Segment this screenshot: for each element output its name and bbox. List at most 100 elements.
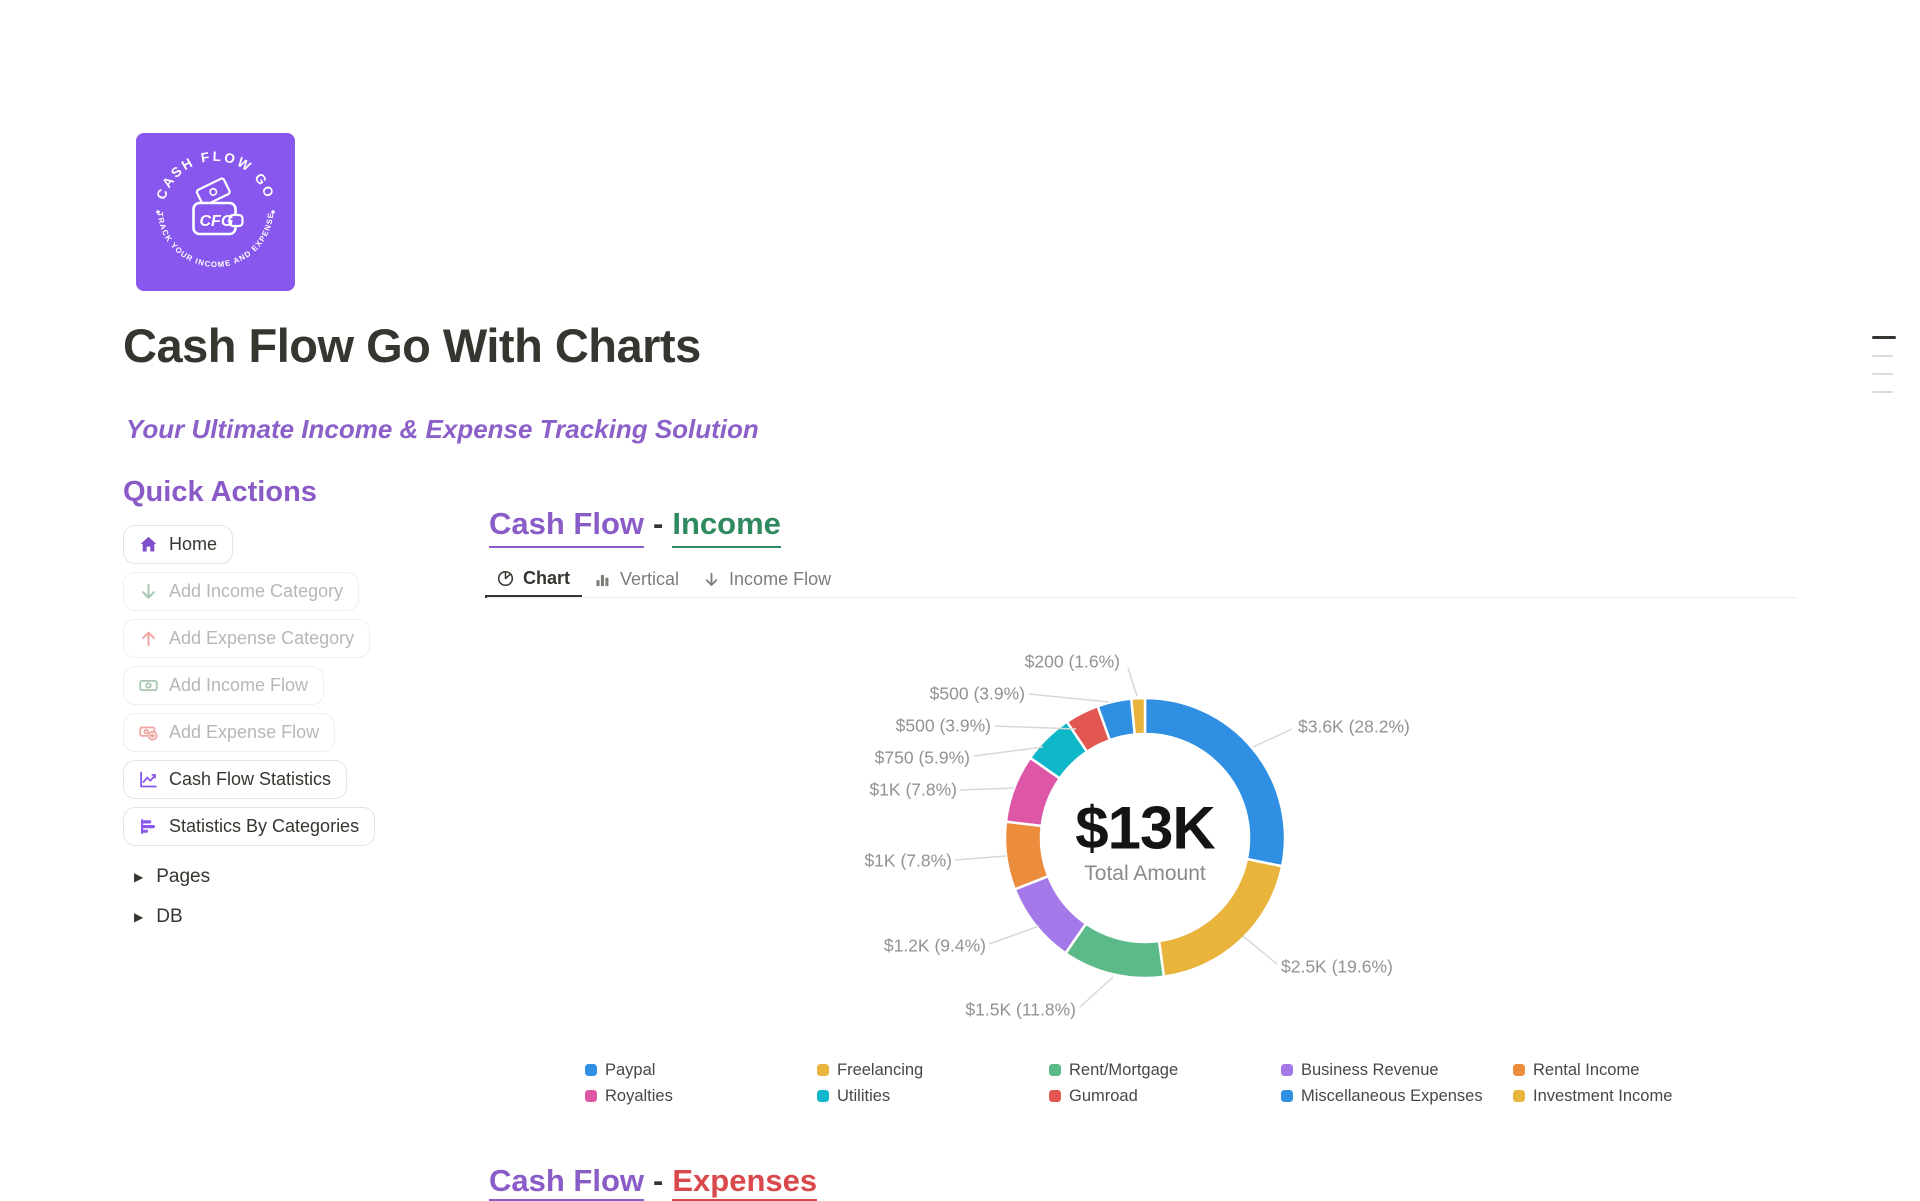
line-chart-icon <box>139 770 158 789</box>
legend-label: Freelancing <box>837 1061 923 1080</box>
legend-label: Business Revenue <box>1301 1061 1439 1080</box>
income-title-income[interactable]: Income <box>672 506 781 548</box>
tab-vertical[interactable]: Vertical <box>582 561 691 598</box>
legend-swatch-icon <box>1513 1090 1525 1102</box>
toggle-pages[interactable]: ▶ Pages <box>134 862 453 891</box>
legend-item-miscellaneous-expenses[interactable]: Miscellaneous Expenses <box>1281 1083 1513 1109</box>
page-subtitle: Your Ultimate Income & Expense Tracking … <box>126 414 759 445</box>
svg-text:CFG: CFG <box>200 213 234 230</box>
legend-swatch-icon <box>817 1090 829 1102</box>
toggle-db[interactable]: ▶ DB <box>134 902 453 931</box>
legend-item-business-revenue[interactable]: Business Revenue <box>1281 1057 1513 1083</box>
legend-label: Gumroad <box>1069 1087 1138 1106</box>
chart-total-value: $13K <box>1075 794 1214 863</box>
bar-chart-icon <box>139 817 158 836</box>
legend-item-rental-income[interactable]: Rental Income <box>1513 1057 1745 1083</box>
quick-action-label: Statistics By Categories <box>169 816 359 837</box>
tab-label: Income Flow <box>729 569 831 590</box>
chart-legend: Paypal Freelancing Rent/Mortgage Business R… <box>585 1057 1745 1109</box>
callout-leader-line <box>1128 668 1137 696</box>
callout-paypal: $3.6K (28.2%) <box>1298 717 1410 738</box>
legend-label: Miscellaneous Expenses <box>1301 1087 1483 1106</box>
legend-label: Rental Income <box>1533 1061 1639 1080</box>
legend-swatch-icon <box>817 1064 829 1076</box>
expenses-title-separator: - <box>644 1163 672 1198</box>
quick-action-label: Add Income Flow <box>169 675 308 696</box>
callout-leader-line <box>1243 936 1277 964</box>
quick-action-label: Add Expense Flow <box>169 722 319 743</box>
toc-line[interactable] <box>1872 391 1893 393</box>
callout-royalties: $1K (7.8%) <box>869 780 957 801</box>
legend-swatch-icon <box>1281 1064 1293 1076</box>
expenses-title-expenses[interactable]: Expenses <box>672 1163 817 1201</box>
quick-action-add-income-flow[interactable]: Add Income Flow <box>123 666 324 705</box>
toggle-list: ▶ Pages ▶ DB <box>123 862 453 931</box>
quick-actions-panel: Quick Actions HomeAdd Income CategoryAdd… <box>123 476 453 931</box>
income-view-tabs: Chart Vertical Income Flow <box>485 561 843 598</box>
legend-swatch-icon <box>1049 1064 1061 1076</box>
quick-action-statistics-by-categories[interactable]: Statistics By Categories <box>123 807 375 846</box>
tab-income-flow[interactable]: Income Flow <box>691 561 843 598</box>
legend-item-royalties[interactable]: Royalties <box>585 1083 817 1109</box>
callout-leader-line <box>1029 694 1109 702</box>
legend-item-rent-mortgage[interactable]: Rent/Mortgage <box>1049 1057 1281 1083</box>
page-title: Cash Flow Go With Charts <box>123 318 701 373</box>
toggle-label: Pages <box>156 866 210 888</box>
callout-business-revenue: $1.2K (9.4%) <box>884 936 986 957</box>
callout-freelancing: $2.5K (19.6%) <box>1281 957 1393 978</box>
callout-rent-mortgage: $1.5K (11.8%) <box>965 1000 1076 1021</box>
triangle-right-icon[interactable]: ▶ <box>134 871 143 883</box>
chart-total-caption: Total Amount <box>1084 862 1205 886</box>
slice-investment-income[interactable] <box>1131 698 1145 735</box>
toc-line[interactable] <box>1872 373 1893 375</box>
expenses-section-title: Cash Flow-Expenses <box>489 1163 817 1199</box>
callout-rental-income: $1K (7.8%) <box>864 851 952 872</box>
callout-leader-line <box>955 856 1006 860</box>
page: CASH FLOW GO TRACK YOUR INCOME AND EXPEN… <box>0 0 1920 1199</box>
quick-action-add-expense-category[interactable]: Add Expense Category <box>123 619 370 658</box>
arrow-up-icon <box>139 629 158 648</box>
tab-label: Chart <box>523 568 570 589</box>
legend-swatch-icon <box>1049 1090 1061 1102</box>
legend-swatch-icon <box>1281 1090 1293 1102</box>
legend-label: Paypal <box>605 1061 655 1080</box>
quick-action-home[interactable]: Home <box>123 525 233 564</box>
quick-action-label: Cash Flow Statistics <box>169 769 331 790</box>
toggle-label: DB <box>156 906 182 928</box>
legend-swatch-icon <box>585 1090 597 1102</box>
income-title-separator: - <box>644 506 672 541</box>
callout-miscellaneous-expenses: $500 (3.9%) <box>930 684 1025 705</box>
toc-line[interactable] <box>1872 355 1893 357</box>
legend-item-paypal[interactable]: Paypal <box>585 1057 817 1083</box>
legend-item-gumroad[interactable]: Gumroad <box>1049 1083 1281 1109</box>
tab-chart[interactable]: Chart <box>485 561 582 598</box>
income-title-cashflow[interactable]: Cash Flow <box>489 506 644 548</box>
callout-gumroad: $500 (3.9%) <box>896 716 991 737</box>
quick-actions-list: Home Add Income Category Add Expense Categ… <box>123 525 453 846</box>
expenses-title-cashflow[interactable]: Cash Flow <box>489 1163 644 1201</box>
legend-item-investment-income[interactable]: Investment Income <box>1513 1083 1745 1109</box>
callout-leader-line <box>960 788 1014 790</box>
callout-investment-income: $200 (1.6%) <box>1025 652 1120 673</box>
toc-line-active[interactable] <box>1872 336 1896 339</box>
slice-rental-income[interactable] <box>1005 822 1048 890</box>
legend-item-utilities[interactable]: Utilities <box>817 1083 1049 1109</box>
callout-leader-line <box>989 926 1039 944</box>
legend-item-freelancing[interactable]: Freelancing <box>817 1057 1049 1083</box>
tab-label: Vertical <box>620 569 679 590</box>
toc-indicator[interactable] <box>1869 336 1899 409</box>
column-chart-icon <box>594 571 611 588</box>
pie-chart-icon <box>497 570 514 587</box>
app-logo-icon: CASH FLOW GO TRACK YOUR INCOME AND EXPEN… <box>136 133 295 291</box>
quick-action-add-expense-flow[interactable]: Add Expense Flow <box>123 713 335 752</box>
legend-label: Rent/Mortgage <box>1069 1061 1178 1080</box>
triangle-right-icon[interactable]: ▶ <box>134 911 143 923</box>
quick-action-cash-flow-statistics[interactable]: Cash Flow Statistics <box>123 760 347 799</box>
banknote-refund-icon <box>139 723 158 742</box>
legend-label: Royalties <box>605 1087 673 1106</box>
income-section-title: Cash Flow-Income <box>489 506 781 542</box>
legend-label: Investment Income <box>1533 1087 1672 1106</box>
quick-action-label: Home <box>169 534 217 555</box>
quick-action-add-income-category[interactable]: Add Income Category <box>123 572 359 611</box>
legend-label: Utilities <box>837 1087 890 1106</box>
